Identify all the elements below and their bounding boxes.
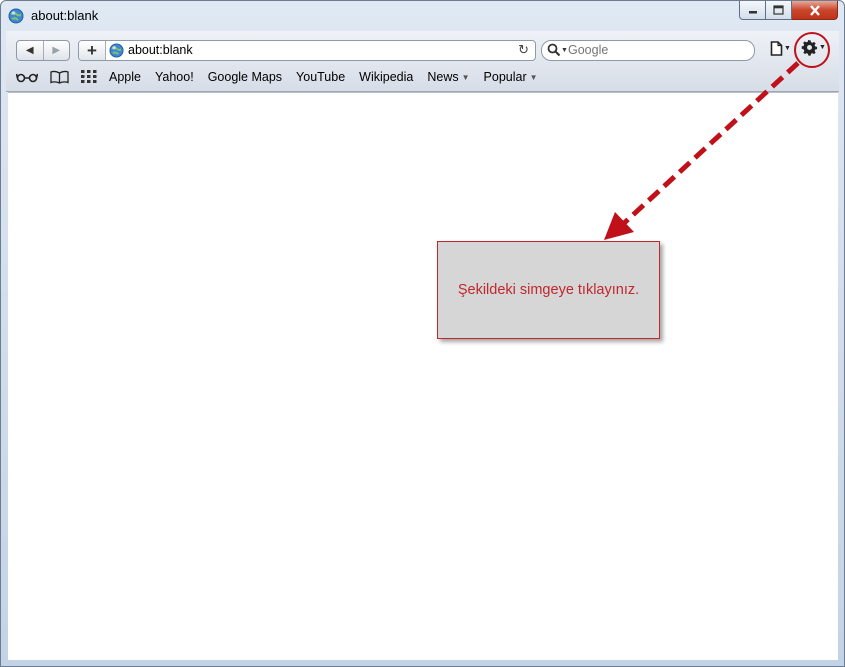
bookmark-folder-news[interactable]: News ▼ (427, 70, 469, 84)
bookmark-google-maps[interactable]: Google Maps (208, 70, 282, 84)
close-icon (809, 4, 820, 16)
url-text[interactable]: about:blank (128, 43, 193, 57)
browser-window: about:blank ◀ ▶ + about:blank ↻ ▼ Google… (0, 0, 845, 667)
reload-button[interactable]: ↻ (518, 42, 529, 58)
chevron-down-icon: ▼ (529, 73, 538, 82)
back-button[interactable]: ◀ (17, 41, 44, 60)
nav-buttons: ◀ ▶ (16, 40, 70, 61)
search-field[interactable]: ▼ (541, 40, 755, 61)
maximize-icon (773, 5, 784, 15)
page-content (8, 92, 838, 660)
instruction-callout: Şekildeki simgeye tıklayınız. (437, 241, 660, 339)
search-input[interactable] (568, 42, 748, 58)
bookmark-yahoo[interactable]: Yahoo! (155, 70, 194, 84)
gear-icon (801, 39, 818, 56)
browser-toolbar: ◀ ▶ + about:blank ↻ ▼ Google ▼ ▼ Apple Y… (6, 31, 839, 92)
bookmark-folder-popular[interactable]: Popular ▼ (484, 70, 538, 84)
title-bar: about:blank (1, 1, 844, 31)
page-menu-icon (770, 41, 783, 56)
bookmark-wikipedia[interactable]: Wikipedia (359, 70, 413, 84)
forward-button[interactable]: ▶ (44, 41, 70, 60)
page-menu-button[interactable]: ▼ (770, 41, 791, 56)
maximize-button[interactable] (766, 1, 792, 20)
chevron-down-icon: ▼ (819, 44, 826, 51)
minimize-button[interactable] (739, 1, 766, 20)
globe-icon (8, 8, 24, 24)
bookmark-apple[interactable]: Apple (109, 70, 141, 84)
settings-menu-button[interactable]: ▼ (801, 39, 826, 56)
instruction-text: Şekildeki simgeye tıklayınız. (457, 282, 640, 298)
add-bookmark-button[interactable]: + (79, 41, 106, 60)
reading-list-icon[interactable] (16, 71, 38, 83)
minimize-icon (748, 11, 757, 14)
bookmark-youtube[interactable]: YouTube (296, 70, 345, 84)
close-button[interactable] (792, 1, 838, 20)
window-title: about:blank (31, 8, 99, 23)
bookmarks-bar: Apple Yahoo! Google Maps YouTube Wikiped… (16, 68, 552, 86)
search-icon (547, 43, 561, 57)
top-sites-grid-icon[interactable] (81, 70, 97, 84)
chevron-down-icon: ▼ (461, 73, 470, 82)
chevron-down-icon: ▼ (784, 45, 791, 52)
chevron-down-icon: ▼ (561, 47, 568, 54)
bookmarks-book-icon[interactable] (50, 70, 69, 84)
globe-icon (109, 43, 124, 58)
window-controls (739, 1, 838, 21)
address-bar[interactable]: + about:blank ↻ (78, 40, 536, 61)
